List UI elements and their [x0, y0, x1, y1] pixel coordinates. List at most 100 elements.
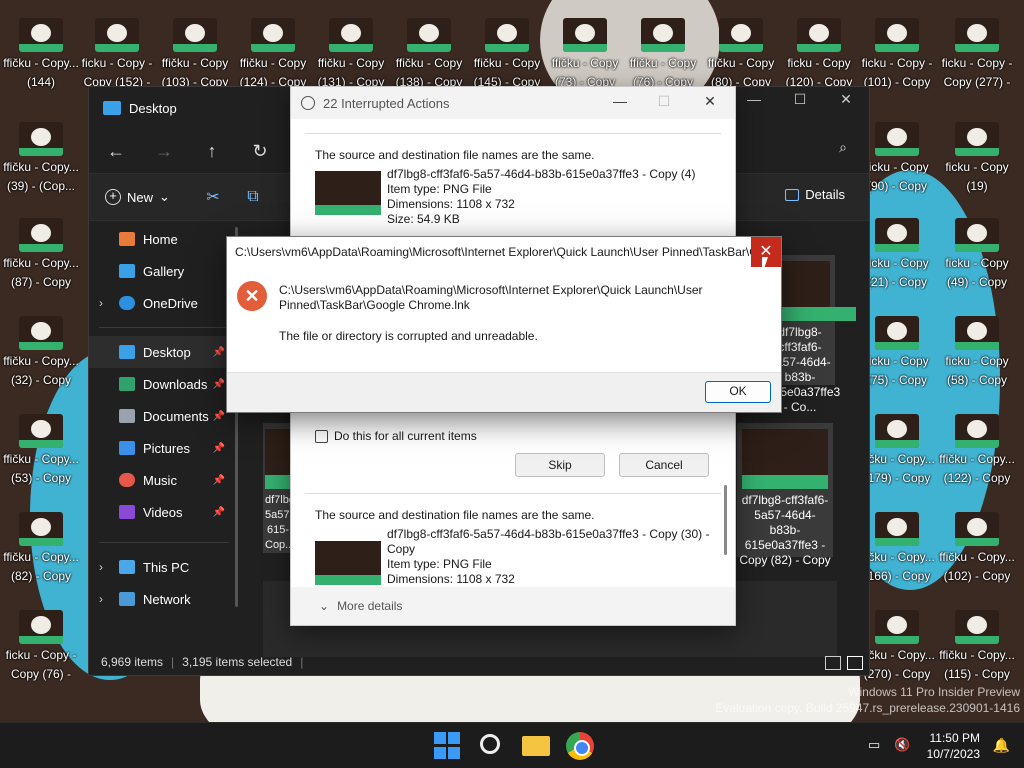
up-arrow-icon[interactable]: ↑	[201, 141, 223, 162]
windows-logo-icon	[448, 732, 460, 744]
cancel-button[interactable]: Cancel	[619, 453, 709, 477]
details-pane-button[interactable]: Details	[785, 187, 845, 202]
refresh-icon[interactable]: ↻	[249, 141, 271, 162]
chrome-icon[interactable]	[566, 732, 594, 760]
more-details-toggle[interactable]: ⌄ More details	[291, 587, 735, 625]
sidebar-item-onedrive[interactable]: › OneDrive	[89, 287, 239, 319]
network-status-icon[interactable]: ▭	[868, 737, 880, 753]
desktop-icon[interactable]: ficku - Copy - Copy (76) -	[2, 610, 80, 700]
desktop-icon[interactable]: ffičku - Copy... (102) - Copy	[938, 512, 1016, 602]
music-icon	[119, 473, 135, 487]
sidebar-item-home[interactable]: Home	[89, 223, 239, 255]
volume-muted-icon[interactable]: 🔇	[894, 737, 910, 753]
image-icon	[19, 316, 63, 350]
file-explorer-taskbar-button[interactable]	[522, 732, 550, 760]
computer-icon	[119, 560, 135, 574]
notification-bell-icon[interactable]: 🔔	[993, 737, 1010, 754]
minimize-icon[interactable]: —	[605, 93, 635, 109]
sidebar-item-label: Home	[143, 231, 178, 247]
selected-count: 3,195 items selected	[182, 655, 293, 669]
forward-arrow-icon[interactable]: →	[153, 141, 175, 162]
conflict-message: The source and destination file names ar…	[315, 148, 595, 162]
cut-icon[interactable]: ✂	[202, 187, 224, 207]
details-pane-icon	[785, 188, 800, 201]
sidebar-item-downloads[interactable]: Downloads 📌	[89, 368, 239, 400]
sidebar-item-pictures[interactable]: Pictures 📌	[89, 432, 239, 464]
sidebar-item-documents[interactable]: Documents 📌	[89, 400, 239, 432]
maximize-icon[interactable]: ☐	[777, 87, 823, 115]
desktop-icon[interactable]: ffičku - Copy... (144)	[2, 18, 80, 108]
desktop-icon[interactable]: ffičku - Copy... (53) - Copy	[2, 414, 80, 504]
new-button-label: New	[127, 189, 154, 205]
file-tile[interactable]: df7lbg8-cff3faf6-5a57-46d4-b83b-615e0a37…	[737, 423, 833, 567]
image-icon	[955, 414, 999, 448]
back-arrow-icon[interactable]: ←	[105, 141, 127, 162]
close-icon[interactable]: ✕	[695, 93, 725, 110]
desktop-icon[interactable]: ficku - Copy (19)	[938, 122, 1016, 212]
dialog-scrollbar[interactable]	[724, 485, 727, 555]
search-icon[interactable]: ⌕	[839, 139, 847, 156]
close-icon[interactable]: ✕	[823, 87, 869, 115]
sidebar-item-network[interactable]: › Network	[89, 583, 239, 615]
ok-button[interactable]: OK	[705, 381, 771, 403]
maximize-icon[interactable]: ☐	[649, 93, 679, 110]
image-icon	[641, 18, 685, 52]
sidebar-item-videos[interactable]: Videos 📌	[89, 496, 239, 528]
details-view-icon[interactable]	[825, 656, 841, 670]
pin-icon: 📌	[212, 410, 225, 422]
pin-icon: 📌	[212, 442, 225, 454]
sidebar-item-music[interactable]: Music 📌	[89, 464, 239, 496]
chevron-right-icon[interactable]: ›	[99, 560, 103, 574]
tiles-view-icon[interactable]	[847, 656, 863, 670]
file-tile[interactable]: df7lbg8-5a57-615-Cop...	[263, 423, 351, 553]
taskbar: ▭ 🔇 11:50 PM 10/7/2023 🔔	[0, 722, 1024, 768]
sidebar-item-gallery[interactable]: Gallery	[89, 255, 239, 287]
conflict-file-info[interactable]: df7lbg8-cff3faf6-5a57-46d4-b83b-615e0a37…	[315, 527, 717, 587]
desktop-icon[interactable]: ffičku - Copy... (82) - Copy	[2, 512, 80, 602]
file-dimensions: Dimensions: 1108 x 732	[387, 572, 515, 586]
desktop-icon[interactable]: ffičku - Copy... (87) - Copy	[2, 218, 80, 308]
download-icon	[119, 377, 135, 391]
clock-time: 11:50 PM	[929, 731, 980, 745]
desktop-icon[interactable]: ffičku - Copy... (32) - Copy	[2, 316, 80, 406]
watermark-line: Windows 11 Pro Insider Preview	[848, 685, 1020, 699]
view-toggle	[825, 656, 863, 670]
image-icon	[875, 414, 919, 448]
desktop-icon[interactable]: ffičku - Copy... (39) - (Cop...	[2, 122, 80, 212]
image-icon	[19, 122, 63, 156]
new-button[interactable]: + New ⌄	[105, 189, 170, 205]
file-name: df7lbg8-cff3faf6-5a57-46d4-b83b-615e0a37…	[387, 527, 710, 556]
file-name: df7lbg8-cff3faf6-5a57-46d4-b83b-615e0a37…	[387, 167, 696, 181]
search-icon	[480, 734, 500, 754]
apply-to-all-checkbox[interactable]: Do this for all current items	[315, 429, 477, 443]
image-icon	[955, 122, 999, 156]
minimize-icon[interactable]: —	[731, 87, 777, 115]
image-icon	[19, 18, 63, 52]
conflict-file-info[interactable]: df7lbg8-cff3faf6-5a57-46d4-b83b-615e0a37…	[315, 167, 695, 227]
network-icon	[119, 592, 135, 606]
image-icon	[955, 218, 999, 252]
image-icon	[329, 18, 373, 52]
chevron-right-icon[interactable]: ›	[99, 592, 103, 606]
desktop-icon[interactable]: ficku - Copy (58) - Copy	[938, 316, 1016, 406]
desktop-icon[interactable]: ficku - Copy (49) - Copy	[938, 218, 1016, 308]
sidebar-item-desktop[interactable]: Desktop 📌	[89, 336, 239, 368]
sidebar-item-this-pc[interactable]: › This PC	[89, 551, 239, 583]
system-clock[interactable]: 11:50 PM 10/7/2023	[927, 730, 980, 762]
copy-icon[interactable]: ⧉	[242, 188, 264, 206]
sidebar-item-label: Gallery	[143, 263, 185, 279]
skip-button[interactable]: Skip	[515, 453, 605, 477]
chevron-right-icon[interactable]: ›	[99, 296, 103, 310]
status-separator: |	[171, 655, 175, 669]
image-icon	[875, 18, 919, 52]
pin-icon: 📌	[212, 346, 225, 358]
desktop-icon[interactable]: ffičku - Copy... (122) - Copy	[938, 414, 1016, 504]
start-button[interactable]	[434, 732, 462, 760]
sidebar-divider	[99, 327, 229, 328]
desktop-icon[interactable]: ficku - Copy - Copy (277) -	[938, 18, 1016, 108]
explorer-title: Desktop	[129, 100, 177, 116]
picture-icon	[119, 441, 135, 455]
checkbox[interactable]	[315, 429, 328, 443]
search-button[interactable]	[478, 732, 506, 760]
image-icon	[797, 18, 841, 52]
